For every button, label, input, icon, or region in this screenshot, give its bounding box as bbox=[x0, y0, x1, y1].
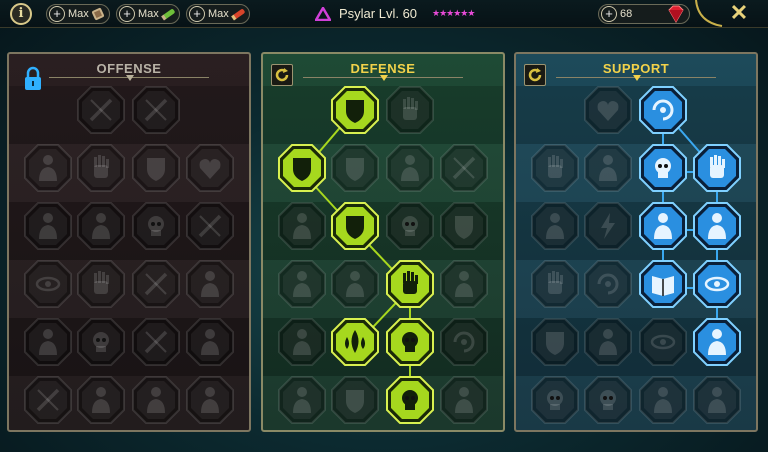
plus-icon[interactable]: + bbox=[119, 6, 135, 22]
heart-plus-icon[interactable] bbox=[583, 85, 633, 135]
top-bar: i + Max + Max + Max Psylar Lvl. 60 ★★★★★… bbox=[0, 0, 768, 28]
star-rating: ★★★★★★ bbox=[432, 8, 475, 18]
scroll-stack-icon[interactable] bbox=[583, 317, 633, 367]
player-level-text: Psylar Lvl. 60 bbox=[339, 6, 418, 21]
corner-ornament-icon bbox=[695, 0, 723, 27]
heart-hands-icon[interactable] bbox=[530, 259, 580, 309]
split-shield-icon[interactable] bbox=[330, 375, 380, 425]
resource-pill-red-scroll[interactable]: + Max bbox=[186, 4, 250, 24]
spider-icon[interactable] bbox=[23, 317, 73, 367]
ruby-gem-icon bbox=[668, 5, 684, 23]
resource-label: Max bbox=[138, 8, 159, 20]
angry-eyes-icon[interactable] bbox=[692, 259, 742, 309]
raised-fist-icon[interactable] bbox=[385, 85, 435, 135]
spartan-helmet-icon[interactable] bbox=[185, 375, 235, 425]
offense-panel: OFFENSE bbox=[7, 52, 251, 432]
flame-skull-icon[interactable] bbox=[638, 143, 688, 193]
star-shield-icon[interactable] bbox=[530, 317, 580, 367]
panel-title-defense: DEFENSE bbox=[350, 61, 416, 76]
resource-label: Max bbox=[68, 8, 89, 20]
skull-icon[interactable] bbox=[131, 201, 181, 251]
horse-chess-icon[interactable] bbox=[23, 201, 73, 251]
brute-icon[interactable] bbox=[185, 317, 235, 367]
fissure-icon[interactable] bbox=[638, 201, 688, 251]
target-eye-icon[interactable] bbox=[23, 259, 73, 309]
warrior-icon[interactable] bbox=[439, 375, 489, 425]
cleric-icon[interactable] bbox=[530, 201, 580, 251]
sun-skull-icon[interactable] bbox=[385, 317, 435, 367]
crossed-swords-icon[interactable] bbox=[76, 85, 126, 135]
skull-shield-icon[interactable] bbox=[385, 201, 435, 251]
runner-icon[interactable] bbox=[277, 317, 327, 367]
winged-fist-icon[interactable] bbox=[76, 143, 126, 193]
plus-icon[interactable]: + bbox=[601, 6, 617, 22]
close-button[interactable]: ✕ bbox=[728, 1, 750, 25]
support-panel: SUPPORT bbox=[514, 52, 758, 432]
defense-panel: DEFENSE bbox=[261, 52, 505, 432]
swirl-icon[interactable] bbox=[439, 317, 489, 367]
brain-icon[interactable] bbox=[277, 375, 327, 425]
spell-book-icon[interactable] bbox=[638, 259, 688, 309]
lightning-icon[interactable] bbox=[583, 201, 633, 251]
resource-pill-potion[interactable]: + Max bbox=[46, 4, 110, 24]
sword-cross-icon[interactable] bbox=[23, 375, 73, 425]
drops-icon[interactable] bbox=[330, 317, 380, 367]
bodyguard-icon[interactable] bbox=[277, 259, 327, 309]
swirl-target-icon[interactable] bbox=[638, 85, 688, 135]
hourglass-icon[interactable] bbox=[330, 259, 380, 309]
resource-pill-green-scroll[interactable]: + Max bbox=[116, 4, 180, 24]
plus-icon[interactable]: + bbox=[49, 6, 65, 22]
fang-maw-icon[interactable] bbox=[76, 201, 126, 251]
red-scroll-icon bbox=[231, 9, 245, 21]
face-shield-icon[interactable] bbox=[439, 201, 489, 251]
blade-circle-icon[interactable] bbox=[131, 317, 181, 367]
shadow-figure-icon[interactable] bbox=[692, 201, 742, 251]
horned-skull-icon[interactable] bbox=[385, 375, 435, 425]
claw-slash-icon[interactable] bbox=[131, 85, 181, 135]
fist-strike-icon[interactable] bbox=[76, 259, 126, 309]
info-button[interactable]: i bbox=[10, 3, 32, 25]
panel-title-offense: OFFENSE bbox=[96, 61, 162, 76]
bound-figure-icon[interactable] bbox=[692, 317, 742, 367]
shield-slash-icon[interactable] bbox=[131, 143, 181, 193]
resource-label: Max bbox=[208, 8, 229, 20]
comet-icon[interactable] bbox=[583, 259, 633, 309]
armor-plates-icon[interactable] bbox=[330, 85, 380, 135]
arch-icon[interactable] bbox=[583, 143, 633, 193]
gem-counter[interactable]: + 68 bbox=[598, 4, 690, 24]
panel-title-support: SUPPORT bbox=[602, 61, 670, 76]
chains-icon[interactable] bbox=[185, 259, 235, 309]
skull-alt-icon[interactable] bbox=[76, 317, 126, 367]
charging-hand-icon[interactable] bbox=[692, 143, 742, 193]
moon-warrior-icon[interactable] bbox=[277, 201, 327, 251]
guardian-icon[interactable] bbox=[385, 143, 435, 193]
open-hand-icon[interactable] bbox=[385, 259, 435, 309]
gear-skull-icon[interactable] bbox=[530, 375, 580, 425]
potion-scroll-icon bbox=[92, 8, 104, 20]
plus-icon[interactable]: + bbox=[189, 6, 205, 22]
gem-count: 68 bbox=[620, 8, 633, 20]
slash-block-icon[interactable] bbox=[439, 143, 489, 193]
praying-hands-icon[interactable] bbox=[530, 143, 580, 193]
skull-flat-icon[interactable] bbox=[583, 375, 633, 425]
helmet-icon[interactable] bbox=[76, 375, 126, 425]
heart-crack-icon[interactable] bbox=[185, 143, 235, 193]
muscle-warrior-icon[interactable] bbox=[23, 143, 73, 193]
knight-shield-icon[interactable] bbox=[330, 201, 380, 251]
eagle-icon[interactable] bbox=[692, 375, 742, 425]
chevron-shield-icon[interactable] bbox=[277, 143, 327, 193]
eye-icon[interactable] bbox=[638, 317, 688, 367]
axe-icon[interactable] bbox=[131, 259, 181, 309]
heart-shield-icon[interactable] bbox=[330, 143, 380, 193]
bull-icon[interactable] bbox=[439, 259, 489, 309]
scythe-icon[interactable] bbox=[185, 201, 235, 251]
helm-plate-icon[interactable] bbox=[638, 375, 688, 425]
green-scroll-icon bbox=[161, 9, 175, 21]
fire-demon-icon[interactable] bbox=[131, 375, 181, 425]
triangle-rank-icon bbox=[315, 7, 331, 21]
